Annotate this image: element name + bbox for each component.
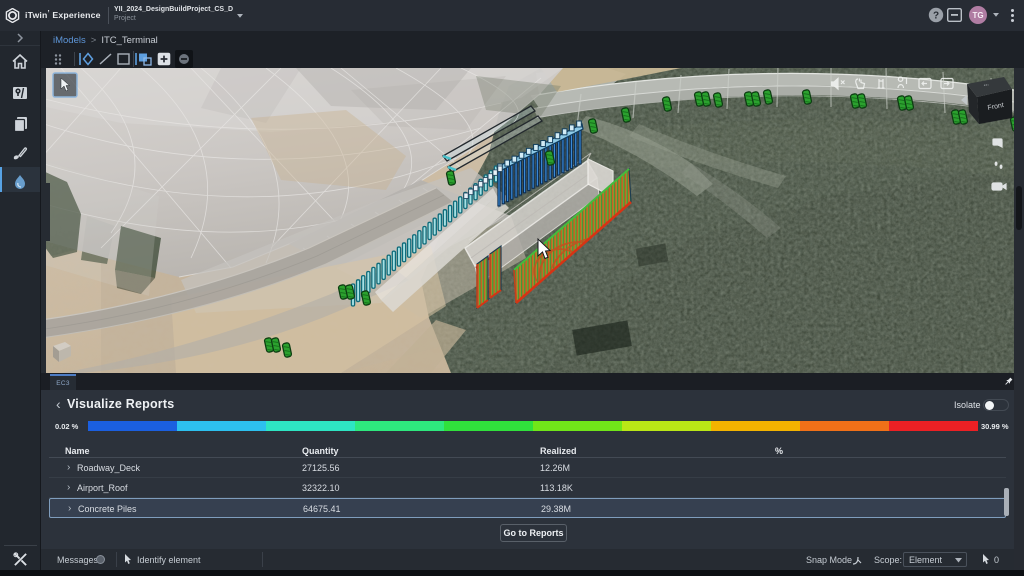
svg-text:?: ? [933,11,939,22]
